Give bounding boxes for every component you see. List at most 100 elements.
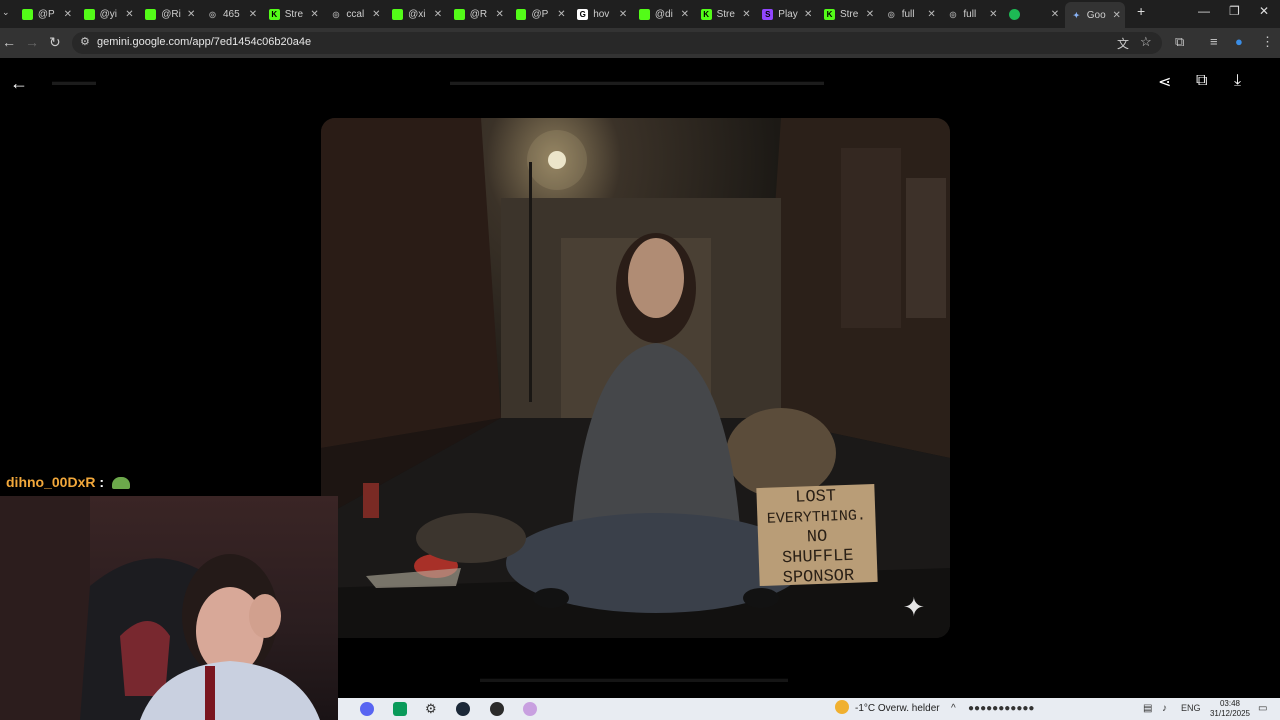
tab-title: 465 [222,8,240,20]
close-tab-icon[interactable]: ✕ [1051,9,1059,20]
close-viewer-back-icon[interactable]: ← [10,73,28,94]
browser-tab[interactable]: ✕ [1003,4,1063,24]
close-tab-icon[interactable]: ✕ [989,9,997,20]
tab-title: @yi [99,8,117,20]
close-tab-icon[interactable]: ✕ [310,9,318,20]
tab-title: @di [654,8,673,20]
back-arrow-icon[interactable]: ← [2,34,16,50]
clock[interactable]: 03:48 31/12/2025 [1210,699,1250,719]
globe-icon: ◎ [887,9,895,19]
browser-tab[interactable]: @R ✕ [448,4,508,24]
volume-icon[interactable]: ♪ [1162,703,1167,714]
taskbar-app-icon[interactable] [523,702,537,716]
purple-s-icon: S [762,8,774,20]
extensions-icon[interactable]: ⧉ [1175,34,1184,50]
browser-tab[interactable]: S Play ✕ [756,4,816,24]
weather-sun-icon[interactable] [835,700,849,714]
tab-search-chevron-icon[interactable]: ⌄ [2,7,10,18]
weather-text[interactable]: -1°C Overw. helder [855,703,940,714]
tab-title: @Ri [161,8,181,20]
close-tab-icon[interactable]: ✕ [187,9,195,20]
browser-tab[interactable]: ✦ Goo ✕ [1064,2,1125,28]
close-tab-icon[interactable]: ✕ [496,9,504,20]
taskbar-app-icon[interactable] [360,702,374,716]
close-tab-icon[interactable]: ✕ [681,9,689,20]
tab-title: Stre [839,8,859,20]
wifi-icon[interactable]: ▤ [1143,703,1152,714]
copy-icon[interactable]: ⧉ [1196,72,1207,90]
address-bar[interactable]: ⚙ gemini.google.com/app/7ed1454c06b20a4e… [72,32,1162,54]
url-text[interactable]: gemini.google.com/app/7ed1454c06b20a4e [97,36,311,48]
browser-tab[interactable]: ◎ full ✕ [942,4,1002,24]
reload-icon[interactable]: ↻ [49,34,61,51]
forward-arrow-icon[interactable]: → [25,34,39,50]
profile-avatar-icon[interactable]: ● [1235,34,1243,49]
minimize-button[interactable]: — [1198,4,1210,18]
close-tab-icon[interactable]: ✕ [249,9,257,20]
google-icon: G [577,8,589,20]
notifications-icon[interactable]: ▭ [1258,703,1267,714]
green-square-icon [145,8,157,20]
close-tab-icon[interactable]: ✕ [434,9,442,20]
browser-tab[interactable]: @xi ✕ [386,4,446,24]
close-window-button[interactable]: ✕ [1259,4,1269,18]
close-tab-icon[interactable]: ✕ [1113,10,1121,21]
tab-title: full [963,8,977,20]
media-player-icon[interactable] [490,702,504,716]
browser-tab[interactable]: @P ✕ [510,4,570,24]
tab-title: @P [531,8,549,20]
browser-tab[interactable]: ◎ 465 ✕ [201,4,261,24]
generated-image[interactable]: LOST EVERYTHING. NO SHUFFLE SPONSOR ✦ [321,118,950,638]
close-tab-icon[interactable]: ✕ [619,9,627,20]
browser-tab[interactable]: Ghov ✕ [571,4,631,24]
green-square-icon [453,8,465,20]
globe-icon: ◎ [209,9,217,19]
spotify-icon [1009,8,1021,20]
new-tab-button[interactable]: + [1137,3,1145,19]
language-indicator[interactable]: ENG [1181,703,1201,713]
green-square-icon [639,8,650,20]
taskbar-app-icon[interactable] [393,702,407,716]
translate-icon[interactable]: 文 [1117,35,1129,52]
browser-tab[interactable]: @yi ✕ [78,4,138,24]
sign-line: EVERYTHING. [766,507,867,528]
chat-separator: : [99,474,105,490]
close-tab-icon[interactable]: ✕ [804,9,812,20]
download-icon[interactable]: ⤓ [1234,72,1241,90]
bookmark-star-icon[interactable]: ☆ [1140,34,1152,50]
kick-icon: K [268,8,280,20]
tab-title: Stre [284,8,304,20]
browser-tab[interactable]: K Stre ✕ [818,4,878,24]
tab-strip: ⌄ @P ✕ @yi ✕ @Ri ✕ ◎ 465 ✕ K Stre ✕ ◎ ccal ✕ @xi ✕ @R ✕ @P ✕… [0,0,1280,28]
tray-icons[interactable]: ●●●●●●●●●●● [968,703,1034,714]
browser-tab[interactable]: @Ri ✕ [139,4,199,24]
browser-tab[interactable]: @P ✕ [16,4,76,24]
settings-gear-icon[interactable]: ⚙ [425,701,439,716]
close-tab-icon[interactable]: ✕ [927,9,935,20]
browser-tab[interactable]: ◎ ccal ✕ [325,4,385,24]
close-tab-icon[interactable]: ✕ [866,9,874,20]
share-icon[interactable]: ⋖ [1158,72,1171,92]
gemini-icon: ✦ [1072,10,1080,20]
close-tab-icon[interactable]: ✕ [372,9,380,20]
close-tab-icon[interactable]: ✕ [125,9,133,20]
browser-tab[interactable]: K Stre ✕ [263,4,323,24]
close-tab-icon[interactable]: ✕ [742,9,750,20]
browser-tab[interactable]: @di ✕ [633,4,693,24]
close-tab-icon[interactable]: ✕ [557,9,565,20]
tab-title: full [901,8,915,20]
close-tab-icon[interactable]: ✕ [64,9,72,20]
tab-title: @P [37,8,55,20]
chat-emote-icon [111,477,130,490]
steam-icon[interactable] [456,702,470,716]
menu-dots-icon[interactable]: ⋮ [1261,34,1274,50]
tab-title: hov [593,8,610,20]
browser-tab[interactable]: K Stre ✕ [695,4,755,24]
tray-chevron-icon[interactable]: ^ [951,703,956,714]
restore-button[interactable]: ❐ [1229,4,1240,18]
globe-icon: ◎ [332,9,340,19]
site-info-icon[interactable]: ⚙ [80,35,90,48]
green-square-icon [22,8,33,20]
browser-tab[interactable]: ◎ full ✕ [880,4,940,24]
media-control-icon[interactable]: ≡ [1210,34,1218,49]
